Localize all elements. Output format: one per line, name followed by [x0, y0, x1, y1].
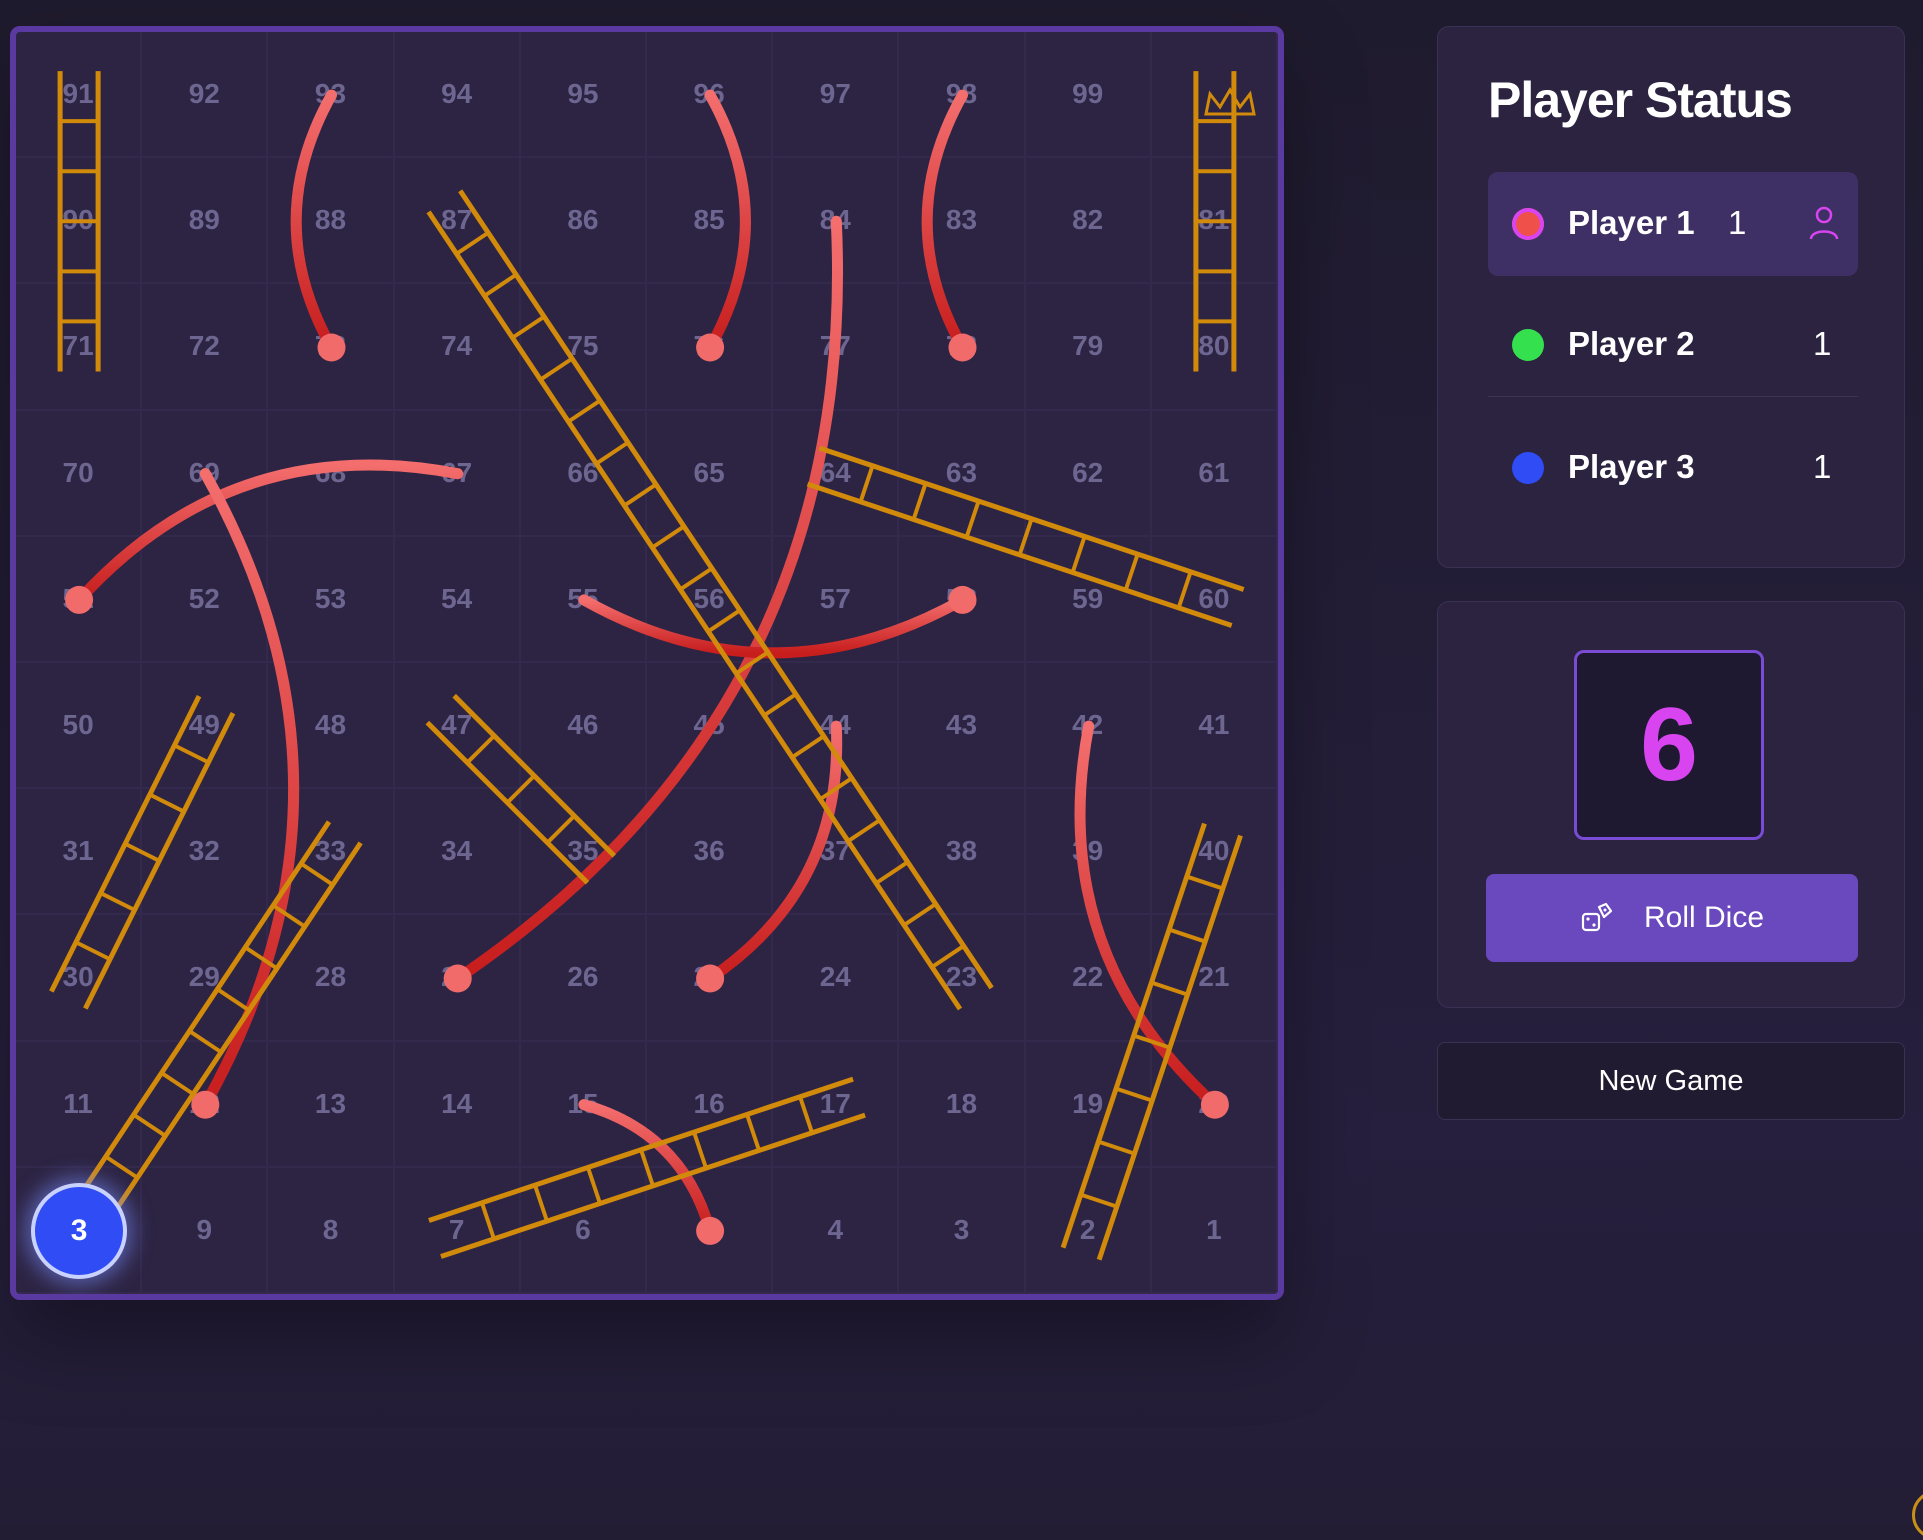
dice-panel: 6 Roll Dice	[1437, 601, 1905, 1008]
dice-value: 6	[1574, 650, 1764, 840]
ladder	[1193, 71, 1237, 372]
player-token: 3	[31, 1182, 128, 1279]
corner-ring	[1912, 1490, 1923, 1540]
player-row-1: Player 1 1	[1488, 172, 1858, 276]
player-name: Player 3	[1568, 448, 1695, 485]
game-board: 91 92 93 94 95 96 97 98 99 90 89 88 87 86 85 84 83 82 81 71…	[10, 26, 1284, 1300]
player-position: 1	[1813, 448, 1832, 485]
new-game-button[interactable]: New Game	[1437, 1042, 1905, 1120]
player-name: Player 2	[1568, 325, 1695, 362]
ladder	[426, 189, 994, 1011]
player-name: Player 1	[1568, 204, 1695, 241]
player-row-2: Player 2 1	[1488, 293, 1858, 397]
roll-dice-button[interactable]: Roll Dice	[1486, 874, 1858, 962]
crown-icon	[1204, 87, 1256, 116]
player-status-panel: Player Status Player 1 1 Player 2 1 Play…	[1437, 26, 1905, 568]
ladder	[428, 1076, 866, 1259]
snake	[696, 720, 843, 993]
snake	[443, 215, 843, 993]
user-icon	[1809, 206, 1839, 240]
player-color-dot	[1512, 452, 1544, 484]
player-color-dot	[1512, 329, 1544, 361]
player-position: 1	[1813, 325, 1832, 362]
ladder	[425, 693, 617, 885]
ladder	[806, 445, 1245, 628]
ladder	[57, 71, 101, 372]
snake	[578, 1099, 725, 1245]
snake	[696, 89, 751, 362]
board-overlay	[47, 71, 1256, 1263]
player-color-dot	[1512, 208, 1544, 240]
snake	[1074, 720, 1229, 1119]
snake	[290, 89, 346, 362]
snake	[921, 89, 977, 362]
player-position: 1	[1728, 204, 1747, 241]
player-row-3: Player 3 1	[1488, 416, 1858, 520]
snakes-layer	[65, 89, 1229, 1245]
panel-title: Player Status	[1488, 72, 1793, 128]
roll-dice-label: Roll Dice	[1643, 901, 1765, 934]
ladder	[49, 695, 236, 1010]
ladders-layer	[47, 71, 1245, 1263]
dice-icon	[1581, 902, 1613, 932]
